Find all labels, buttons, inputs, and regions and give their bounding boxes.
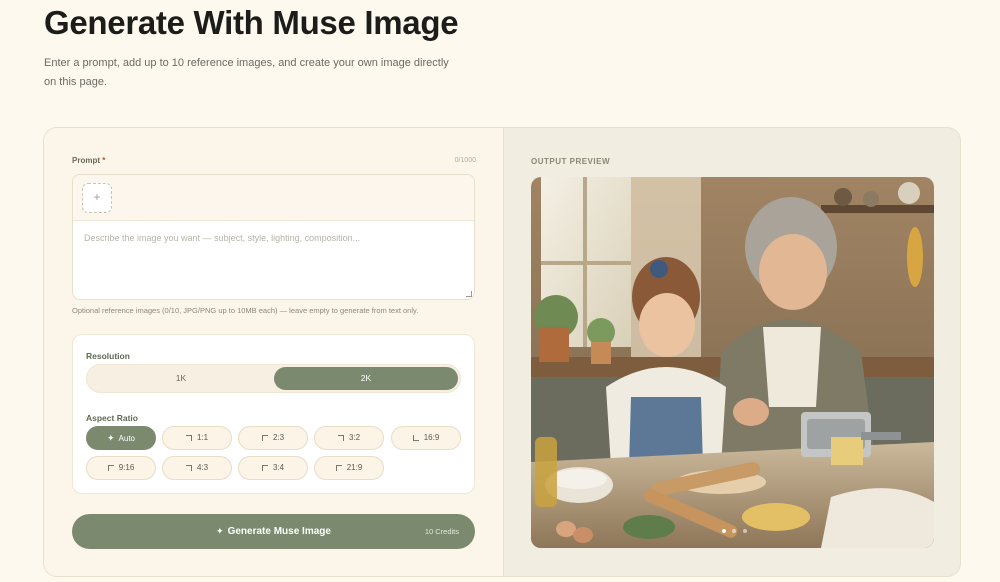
input-panel: Prompt * 0/1000 + Optional reference ima… — [44, 128, 503, 576]
ratio-shape-icon — [185, 465, 192, 471]
aspect-ratio-21-9[interactable]: 21:9 — [314, 456, 384, 480]
aspect-ratio-9-16[interactable]: 9:16 — [86, 456, 156, 480]
resize-handle-icon[interactable] — [466, 291, 472, 297]
aspect-ratio-4-3[interactable]: 4:3 — [162, 456, 232, 480]
carousel-dot[interactable] — [742, 529, 747, 533]
aspect-ratio-9-16-label: 9:16 — [118, 463, 135, 472]
page-title: Generate With Muse Image — [44, 4, 459, 41]
carousel-dot[interactable] — [732, 529, 737, 533]
generate-button[interactable]: ✦ Generate Muse Image 10 Credits — [72, 514, 475, 549]
aspect-ratio-3-2-label: 3:2 — [348, 433, 361, 442]
aspect-ratio-2-3[interactable]: 2:3 — [238, 426, 308, 450]
resolution-toggle: 1K 2K — [86, 364, 461, 393]
settings-box: Resolution 1K 2K Aspect Ratio ✦ Auto 1:1 … — [72, 334, 475, 494]
prompt-label: Prompt * — [72, 156, 105, 165]
resolution-option-2k[interactable]: 2K — [274, 367, 458, 390]
char-count: 0/1000 — [454, 157, 476, 164]
aspect-ratio-16-9-label: 16:9 — [423, 433, 440, 442]
plus-icon: + — [93, 190, 101, 204]
aspect-ratio-1-1-label: 1:1 — [196, 433, 209, 442]
ratio-shape-icon — [335, 465, 342, 471]
prompt-label-text: Prompt — [72, 156, 100, 165]
prompt-input[interactable] — [73, 221, 474, 299]
reference-note: Optional reference images (0/10, JPG/PNG… — [72, 306, 419, 315]
sparkle-icon: ✦ — [106, 433, 115, 443]
ratio-shape-icon — [412, 435, 419, 441]
output-panel: OUTPUT PREVIEW — [503, 128, 960, 576]
aspect-ratio-3-4-label: 3:4 — [272, 463, 285, 472]
aspect-ratio-16-9[interactable]: 16:9 — [391, 426, 461, 450]
aspect-ratio-3-2[interactable]: 3:2 — [314, 426, 384, 450]
sparkle-icon: ✦ — [216, 526, 224, 536]
aspect-ratio-2-3-label: 2:3 — [272, 433, 285, 442]
aspect-ratio-4-3-label: 4:3 — [196, 463, 209, 472]
ratio-shape-icon — [261, 435, 268, 441]
carousel-dot[interactable] — [722, 529, 726, 533]
aspect-ratio-label: Aspect Ratio — [86, 413, 138, 423]
generate-label-text: Generate Muse Image — [227, 526, 331, 537]
add-reference-button[interactable]: + — [82, 183, 112, 213]
ratio-shape-icon — [261, 465, 268, 471]
output-preview-image — [531, 177, 934, 548]
output-preview-label: OUTPUT PREVIEW — [531, 157, 611, 166]
carousel-dots — [721, 520, 748, 538]
aspect-ratio-auto[interactable]: ✦ Auto — [86, 426, 156, 450]
ratio-shape-icon — [185, 435, 192, 441]
aspect-ratio-21-9-label: 21:9 — [346, 463, 363, 472]
generator-card: Prompt * 0/1000 + Optional reference ima… — [43, 127, 961, 577]
page-subtitle: Enter a prompt, add up to 10 reference i… — [44, 57, 449, 88]
resolution-label: Resolution — [86, 351, 130, 361]
preview-illustration — [531, 177, 934, 548]
credits-badge: 10 Credits — [424, 527, 459, 536]
required-mark: * — [102, 156, 106, 165]
ratio-shape-icon — [107, 465, 114, 471]
aspect-ratio-3-4[interactable]: 3:4 — [238, 456, 308, 480]
ratio-shape-icon — [337, 435, 344, 441]
reference-upload-strip: + — [73, 175, 474, 221]
generate-button-label: ✦ Generate Muse Image — [72, 514, 475, 549]
prompt-box: + — [72, 174, 475, 300]
aspect-ratio-1-1[interactable]: 1:1 — [162, 426, 232, 450]
aspect-ratio-auto-label: Auto — [118, 434, 135, 443]
resolution-option-1k[interactable]: 1K — [89, 367, 273, 390]
